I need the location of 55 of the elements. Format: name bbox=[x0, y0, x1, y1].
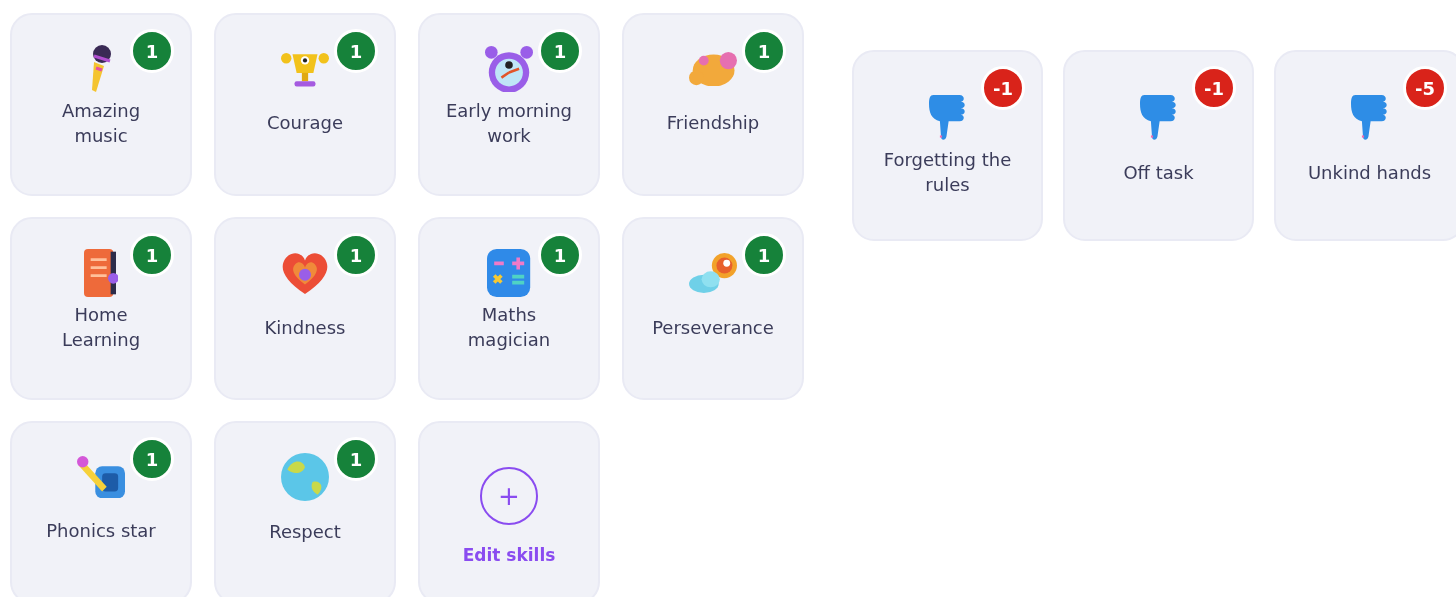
skill-card[interactable]: Courage 1 bbox=[214, 13, 396, 196]
points-badge: -1 bbox=[1192, 66, 1236, 110]
skill-label: Home Learning bbox=[60, 303, 142, 352]
skill-card[interactable]: Perseverance 1 bbox=[622, 217, 804, 400]
skill-card[interactable]: Friendship 1 bbox=[622, 13, 804, 196]
edit-skills-label: Edit skills bbox=[462, 545, 556, 565]
skill-label: Respect bbox=[268, 519, 342, 544]
skill-label: Courage bbox=[266, 111, 344, 136]
points-badge: 1 bbox=[334, 29, 378, 73]
globe-icon bbox=[281, 453, 329, 501]
skill-label: Early morning work bbox=[444, 99, 574, 148]
points-badge: -5 bbox=[1403, 66, 1447, 110]
skill-label: Friendship bbox=[665, 111, 761, 136]
skill-label: Amazing music bbox=[60, 99, 142, 148]
thumbs-down-icon bbox=[1350, 94, 1389, 142]
skill-card[interactable]: Off task -1 bbox=[1063, 50, 1254, 241]
pencil-icon bbox=[77, 455, 125, 499]
skill-label: Forgetting the rules bbox=[882, 148, 1013, 197]
alarm-clock-icon bbox=[485, 45, 533, 93]
calculator-icon bbox=[487, 249, 531, 297]
skill-card[interactable]: Forgetting the rules -1 bbox=[852, 50, 1043, 241]
handshake-icon bbox=[689, 51, 737, 87]
skill-card[interactable]: Unkind hands -5 bbox=[1274, 50, 1456, 241]
skill-label: Maths magician bbox=[466, 303, 552, 352]
points-badge: 1 bbox=[130, 437, 174, 481]
points-badge: 1 bbox=[130, 233, 174, 277]
add-icon: + bbox=[480, 467, 538, 525]
points-badge: 1 bbox=[334, 437, 378, 481]
skill-card[interactable]: Respect 1 bbox=[214, 421, 396, 597]
thumbs-down-icon bbox=[928, 94, 967, 142]
skill-label: Perseverance bbox=[651, 315, 775, 340]
points-badge: -1 bbox=[981, 66, 1025, 110]
skill-label: Unkind hands bbox=[1306, 160, 1433, 185]
skill-card[interactable]: Maths magician 1 bbox=[418, 217, 600, 400]
thumbs-down-icon bbox=[1139, 94, 1178, 142]
points-badge: 1 bbox=[742, 29, 786, 73]
skill-label: Off task bbox=[1122, 160, 1195, 185]
points-badge: 1 bbox=[538, 233, 582, 277]
skill-card[interactable]: Kindness 1 bbox=[214, 217, 396, 400]
skill-label: Kindness bbox=[263, 315, 347, 340]
points-badge: 1 bbox=[742, 233, 786, 277]
points-badge: 1 bbox=[538, 29, 582, 73]
microphone-icon bbox=[91, 45, 111, 93]
points-badge: 1 bbox=[334, 233, 378, 277]
edit-skills-button[interactable]: + Edit skills bbox=[418, 421, 600, 597]
heart-icon bbox=[281, 252, 329, 294]
sun-cloud-icon bbox=[689, 253, 737, 293]
notebook-icon bbox=[83, 249, 119, 297]
skill-card[interactable]: Early morning work 1 bbox=[418, 13, 600, 196]
skill-card[interactable]: Phonics star 1 bbox=[10, 421, 192, 597]
trophy-icon bbox=[281, 51, 329, 87]
skill-card[interactable]: Home Learning 1 bbox=[10, 217, 192, 400]
points-badge: 1 bbox=[130, 29, 174, 73]
skill-label: Phonics star bbox=[45, 519, 157, 544]
skill-card[interactable]: Amazing music 1 bbox=[10, 13, 192, 196]
